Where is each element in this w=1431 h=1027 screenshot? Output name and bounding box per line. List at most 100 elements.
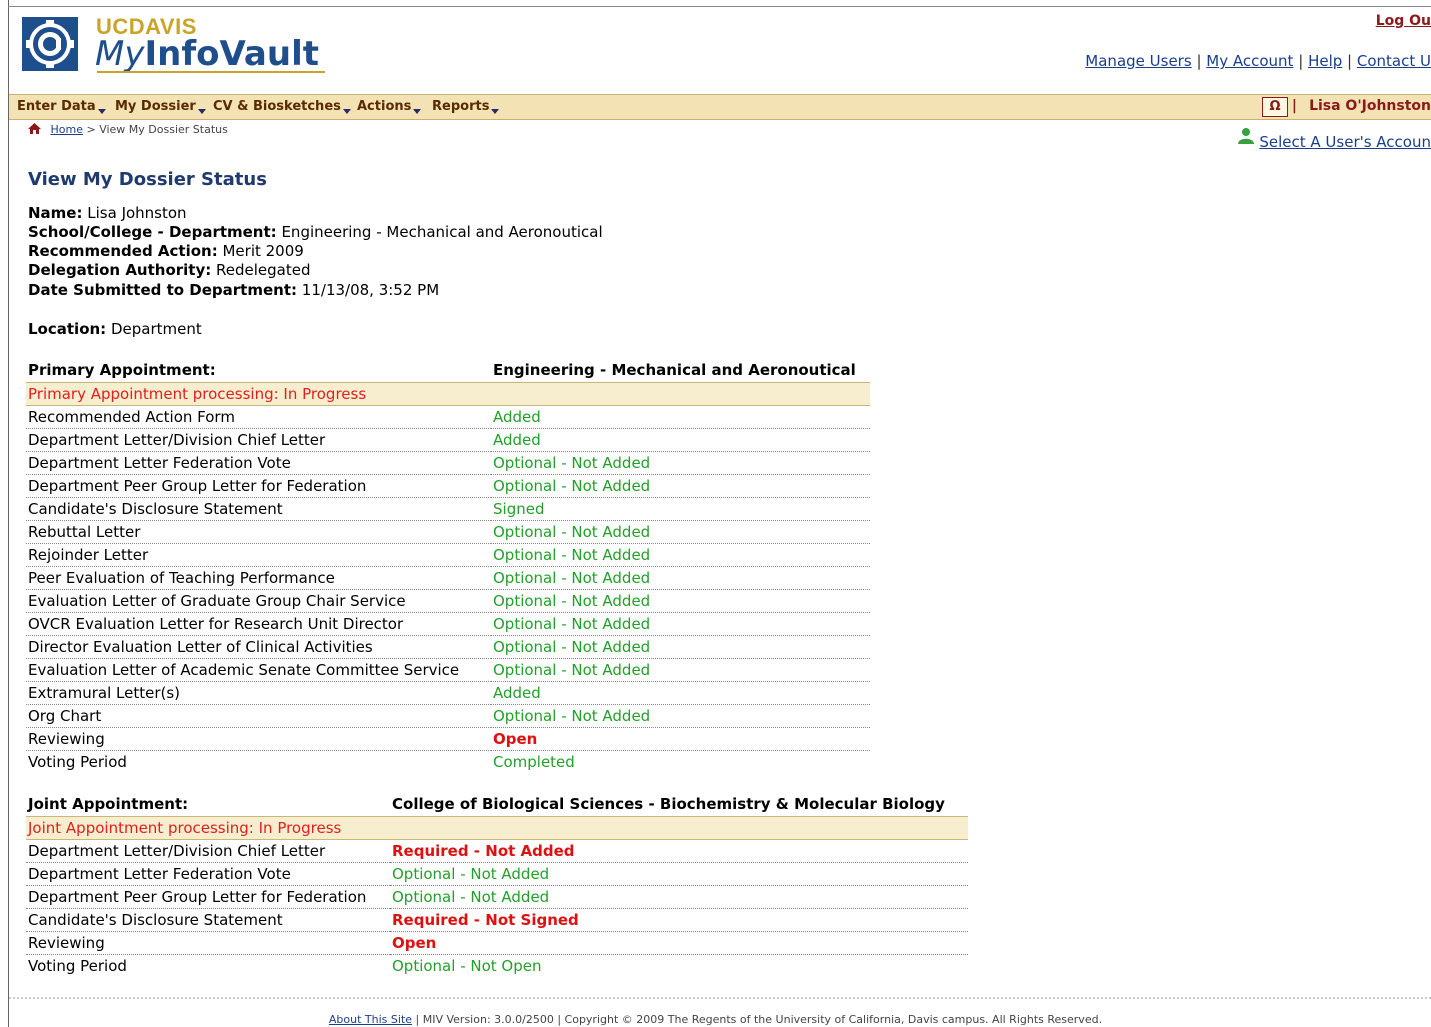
document-item-status: Optional - Not Open xyxy=(392,957,542,975)
user-icon xyxy=(1237,128,1254,144)
my-account-link[interactable]: My Account xyxy=(1206,52,1293,70)
menu-enter-data[interactable]: Enter Data xyxy=(17,99,106,114)
info-name: Name: Lisa Johnston xyxy=(28,204,187,222)
document-item-status: Optional - Not Added xyxy=(491,635,870,659)
document-item-name: Department Letter Federation Vote xyxy=(26,862,390,886)
info-date-submitted: Date Submitted to Department: 11/13/08, … xyxy=(28,281,440,299)
document-item-status: Open xyxy=(491,727,870,751)
about-this-site-link[interactable]: About This Site xyxy=(329,1013,412,1026)
document-item-name: Rejoinder Letter xyxy=(26,543,491,567)
table-row: Org Chart Optional - Not Added xyxy=(26,704,870,728)
appointment-label: Primary Appointment: xyxy=(28,361,216,379)
table-row: Reviewing Open xyxy=(26,931,968,955)
info-location: Location: Department xyxy=(28,320,202,338)
link-separator: | xyxy=(1347,52,1353,70)
document-item-status: Optional - Not Added xyxy=(491,520,870,544)
help-link[interactable]: Help xyxy=(1308,52,1342,70)
document-item-name: Voting Period xyxy=(28,753,127,771)
document-item-name: Department Letter Federation Vote xyxy=(26,451,491,475)
table-row: Department Letter/Division Chief Letter A… xyxy=(26,428,870,452)
chevron-down-icon xyxy=(413,109,422,114)
table-header-row: Joint Appointment: College of Biological… xyxy=(26,792,968,817)
chevron-down-icon xyxy=(491,109,500,114)
table-row: Director Evaluation Letter of Clinical A… xyxy=(26,635,870,659)
table-row: OVCR Evaluation Letter for Research Unit… xyxy=(26,612,870,636)
chevron-down-icon xyxy=(197,109,206,114)
table-row: Reviewing Open xyxy=(26,727,870,751)
table-row: Department Letter Federation Vote Optiona… xyxy=(26,862,968,886)
footer-text: | MIV Version: 3.0.0/2500 | Copyright © … xyxy=(415,1013,1103,1026)
document-item-status: Optional - Not Added xyxy=(390,885,968,909)
document-item-name: Recommended Action Form xyxy=(26,405,491,429)
table-row: Extramural Letter(s) Added xyxy=(26,681,870,705)
menu-my-dossier[interactable]: My Dossier xyxy=(115,99,206,114)
document-item-name: Director Evaluation Letter of Clinical A… xyxy=(26,635,491,659)
appointment-department: Engineering - Mechanical and Aeronoutica… xyxy=(493,361,856,379)
document-item-name: Reviewing xyxy=(26,931,390,955)
logout-link[interactable]: Log Ou xyxy=(1376,13,1431,29)
contact-us-link[interactable]: Contact U xyxy=(1357,52,1431,70)
breadcrumb-home-link[interactable]: Home xyxy=(51,123,83,136)
menu-cv-biosketches[interactable]: CV & Biosketches xyxy=(213,99,351,114)
footer-divider xyxy=(9,997,1431,999)
document-item-status: Required - Not Signed xyxy=(390,908,968,932)
document-item-name: OVCR Evaluation Letter for Research Unit… xyxy=(26,612,491,636)
document-item-name: Voting Period xyxy=(28,957,127,975)
info-delegation-authority: Delegation Authority: Redelegated xyxy=(28,261,311,279)
document-item-status: Optional - Not Added xyxy=(491,658,870,682)
table-row: Department Letter Federation Vote Optiona… xyxy=(26,451,870,475)
table-row: Rebuttal Letter Optional - Not Added xyxy=(26,520,870,544)
document-item-status: Signed xyxy=(491,497,870,521)
select-user-account[interactable]: Select A User's Accoun xyxy=(1237,127,1431,151)
myinfovault-wordmark: MyInfoVault xyxy=(95,34,319,74)
page-frame-left xyxy=(8,0,9,1027)
table-row: Department Peer Group Letter for Federat… xyxy=(26,885,968,909)
processing-status-row: Primary Appointment processing: In Progr… xyxy=(26,382,870,406)
document-item-name: Department Peer Group Letter for Federat… xyxy=(26,885,390,909)
document-item-status: Optional - Not Added xyxy=(491,474,870,498)
breadcrumb-current: > View My Dossier Status xyxy=(86,123,228,136)
document-item-name: Department Peer Group Letter for Federat… xyxy=(26,474,491,498)
document-item-name: Rebuttal Letter xyxy=(26,520,491,544)
document-item-status: Optional - Not Added xyxy=(390,862,968,886)
appointment-department: College of Biological Sciences - Biochem… xyxy=(392,795,945,813)
special-characters-button[interactable]: Ω xyxy=(1262,97,1288,117)
table-row: Recommended Action Form Added xyxy=(26,405,870,429)
document-item-status: Added xyxy=(491,428,870,452)
info-recommended-action: Recommended Action: Merit 2009 xyxy=(28,242,304,260)
document-item-status: Optional - Not Added xyxy=(491,543,870,567)
link-separator: | xyxy=(1298,52,1304,70)
brand-underline xyxy=(97,71,325,73)
document-item-name: Org Chart xyxy=(26,704,491,728)
table-row: Candidate's Disclosure Statement Required… xyxy=(26,908,968,932)
menu-separator: | xyxy=(1291,98,1297,114)
document-item-name: Department Letter/Division Chief Letter xyxy=(26,428,491,452)
document-item-name: Candidate's Disclosure Statement xyxy=(26,497,491,521)
footer: About This Site | MIV Version: 3.0.0/250… xyxy=(0,1013,1431,1026)
menu-actions[interactable]: Actions xyxy=(357,99,422,114)
link-separator: | xyxy=(1196,52,1202,70)
current-user-name: Lisa O'Johnston xyxy=(1309,98,1431,114)
document-item-status: Required - Not Added xyxy=(390,839,968,863)
top-links: Manage Users | My Account | Help | Conta… xyxy=(1085,52,1431,70)
chevron-down-icon xyxy=(342,109,351,114)
table-header-row: Primary Appointment: Engineering - Mecha… xyxy=(26,358,870,383)
document-item-status: Added xyxy=(491,681,870,705)
table-row: Evaluation Letter of Graduate Group Chai… xyxy=(26,589,870,613)
document-item-status: Open xyxy=(390,931,968,955)
document-item-status: Optional - Not Added xyxy=(491,612,870,636)
document-item-name: Evaluation Letter of Graduate Group Chai… xyxy=(26,589,491,613)
info-school-department: School/College - Department: Engineering… xyxy=(28,223,603,241)
document-item-status: Optional - Not Added xyxy=(491,704,870,728)
page-title: View My Dossier Status xyxy=(28,169,267,190)
select-user-account-link[interactable]: Select A User's Accoun xyxy=(1259,133,1431,151)
main-menubar: Enter Data My Dossier CV & Biosketches A… xyxy=(9,94,1431,120)
manage-users-link[interactable]: Manage Users xyxy=(1085,52,1191,70)
document-item-name: Department Letter/Division Chief Letter xyxy=(26,839,390,863)
menu-reports[interactable]: Reports xyxy=(432,99,500,114)
document-item-status: Optional - Not Added xyxy=(491,589,870,613)
processing-status: Joint Appointment processing: In Progres… xyxy=(26,816,968,840)
table-row: Rejoinder Letter Optional - Not Added xyxy=(26,543,870,567)
joint-appointment-table: Joint Appointment: College of Biological… xyxy=(26,792,968,977)
document-item-status: Optional - Not Added xyxy=(491,566,870,590)
